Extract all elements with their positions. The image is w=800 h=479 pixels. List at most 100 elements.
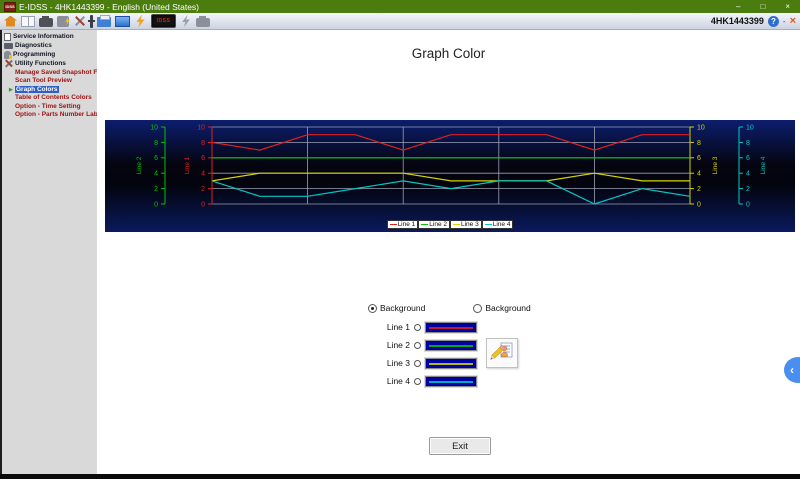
line-row-label: Line 3 [350, 358, 410, 368]
background-radio-2[interactable] [473, 304, 482, 313]
sidebar-item-label: Utility Functions [15, 60, 66, 67]
sidebar-item-graph-colors[interactable]: ▶Graph Colors [2, 85, 97, 94]
sidebar-item-diagnostics[interactable]: Diagnostics [2, 41, 97, 50]
svg-text:10: 10 [746, 124, 754, 131]
engine-gray-icon[interactable] [196, 18, 210, 27]
edit-color-button[interactable] [486, 338, 518, 368]
legend-label: Line 4 [493, 221, 511, 228]
sidebar-item-manage-saved-snapshot-files[interactable]: Manage Saved Snapshot Files [2, 68, 97, 77]
svg-text:2: 2 [697, 186, 701, 193]
swatch-line-preview [429, 363, 473, 365]
sidebar-item-label: Programming [13, 51, 55, 58]
sidebar-item-table-of-contents-colors[interactable]: Table of Contents Colors [2, 94, 97, 103]
svg-text:8: 8 [154, 140, 158, 147]
line-color-row-1: Line 1 [350, 318, 477, 336]
toolbar-right: 4HK1443399 ? - × [711, 16, 796, 27]
service-information-icon [4, 33, 11, 41]
sidebar-item-utility-functions[interactable]: Utility Functions [2, 59, 97, 68]
toolbar: IDSS 4HK1443399 ? - × [0, 13, 800, 30]
line-color-row-3: Line 3 [350, 354, 477, 372]
svg-text:8: 8 [697, 140, 701, 147]
main-content: Graph Color 0246810Line 20246810Line 102… [97, 30, 800, 474]
computer-icon[interactable] [115, 16, 130, 27]
sidebar-item-option-parts-number-label-pr[interactable]: Option - Parts Number Label Pr [2, 111, 97, 120]
line-color-swatch-3[interactable] [425, 358, 477, 369]
svg-text:Line 3: Line 3 [712, 156, 719, 174]
sidebar-subitem-label: Graph Colors [15, 86, 59, 93]
svg-text:Line 4: Line 4 [760, 156, 767, 174]
legend-item-line-2: Line 2 [418, 220, 450, 229]
sidebar-item-service-information[interactable]: Service Information [2, 32, 97, 41]
svg-text:Line 1: Line 1 [184, 156, 191, 174]
graph-legend: Line 1Line 2Line 3Line 4 [105, 220, 795, 229]
sidebar-item-option-time-setting[interactable]: Option - Time Setting [2, 102, 97, 111]
sidebar-tree: Service InformationDiagnosticsProgrammin… [0, 30, 97, 474]
svg-text:10: 10 [697, 124, 705, 131]
toolbar-icons: IDSS [4, 14, 711, 28]
close-icon[interactable]: × [785, 1, 790, 13]
line-color-swatch-4[interactable] [425, 376, 477, 387]
idss-icon[interactable]: IDSS [151, 14, 176, 28]
svg-text:4: 4 [201, 171, 205, 178]
diagnostics-side-icon [4, 43, 13, 49]
sidebar-subitem-label: Option - Time Setting [15, 103, 81, 110]
swatch-line-preview [429, 381, 473, 383]
svg-text:0: 0 [697, 201, 701, 208]
svg-text:4: 4 [746, 171, 750, 178]
line-row-label: Line 4 [350, 376, 410, 386]
background-radio-1[interactable] [368, 304, 377, 313]
svg-text:4: 4 [697, 171, 701, 178]
home-icon[interactable] [4, 16, 17, 27]
line-radio-3[interactable] [414, 360, 421, 367]
line-color-rows: Line 1Line 2Line 3Line 4 [350, 318, 477, 390]
disconnect-close-icon[interactable]: × [790, 16, 796, 27]
legend-dash-icon [485, 224, 492, 225]
utility-functions-icon [4, 59, 13, 68]
line-color-swatch-1[interactable] [425, 322, 477, 333]
line-row-label: Line 1 [350, 322, 410, 332]
line-radio-1[interactable] [414, 324, 421, 331]
line-color-swatch-2[interactable] [425, 340, 477, 351]
svg-text:2: 2 [746, 186, 750, 193]
svg-text:6: 6 [154, 155, 158, 162]
title-bar: IDSS E-IDSS - 4HK1443399 - English (Unit… [0, 0, 800, 13]
legend-label: Line 3 [461, 221, 479, 228]
background-radio-label: Background [485, 303, 530, 313]
background-option-2: Background [473, 303, 530, 313]
printer-icon[interactable] [97, 17, 111, 27]
measurement-icon[interactable] [90, 15, 93, 28]
svg-text:10: 10 [150, 124, 158, 131]
sidebar-item-scan-tool-preview[interactable]: Scan Tool Preview [2, 77, 97, 86]
programming-icon[interactable] [57, 16, 69, 27]
exit-button[interactable]: Exit [429, 437, 491, 455]
svg-text:0: 0 [201, 201, 205, 208]
bottom-edge-strip [0, 474, 800, 479]
background-radio-group: Background Background [368, 303, 531, 313]
background-option-1: Background [368, 303, 425, 313]
engine-icon[interactable] [39, 18, 53, 27]
line-radio-4[interactable] [414, 378, 421, 385]
swatch-line-preview [429, 327, 473, 329]
sidebar-subitem-label: Table of Contents Colors [15, 94, 92, 101]
connect-lightning-icon[interactable] [134, 15, 147, 28]
svg-text:Line 2: Line 2 [136, 156, 143, 174]
maximize-icon[interactable]: □ [760, 1, 765, 13]
sidebar-item-label: Service Information [13, 33, 74, 40]
legend-item-line-3: Line 3 [450, 220, 482, 229]
legend-dash-icon [390, 224, 397, 225]
window-controls: – □ × [736, 1, 790, 13]
window-title: E-IDSS - 4HK1443399 - English (United St… [19, 2, 733, 12]
tools-icon[interactable] [73, 15, 86, 27]
vin-label: 4HK1443399 [711, 16, 764, 26]
legend-label: Line 2 [429, 221, 447, 228]
help-icon[interactable]: ? [768, 16, 779, 27]
line-radio-2[interactable] [414, 342, 421, 349]
selected-arrow-icon: ▶ [9, 87, 13, 93]
edit-colors-icon [490, 342, 514, 364]
manuals-icon[interactable] [21, 16, 35, 27]
lightning-gray-icon[interactable] [180, 15, 192, 27]
svg-text:0: 0 [154, 201, 158, 208]
sidebar-subitem-label: Scan Tool Preview [15, 77, 72, 84]
sidebar-item-programming[interactable]: Programming [2, 50, 97, 59]
minimize-icon[interactable]: – [736, 1, 740, 13]
